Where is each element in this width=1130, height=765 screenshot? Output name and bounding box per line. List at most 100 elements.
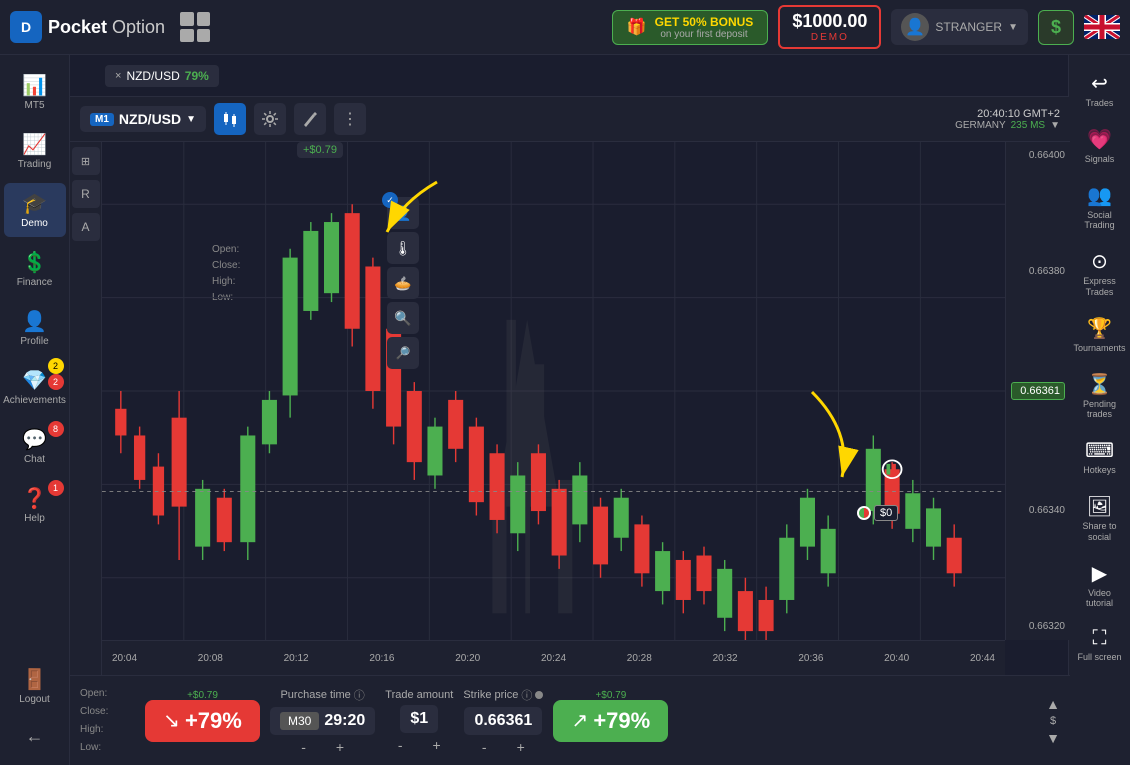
bonus-text: GET 50% BONUS on your first deposit bbox=[655, 15, 754, 40]
currency-button[interactable]: $ bbox=[1038, 10, 1074, 45]
profit-overlay-left: +$0.79 bbox=[297, 142, 343, 158]
balance-label: DEMO bbox=[792, 32, 867, 43]
price-p3: 0.66361 bbox=[1011, 382, 1065, 400]
drawing-tool-btn[interactable] bbox=[294, 103, 326, 135]
sidebar-item-help[interactable]: ❓ Help 1 bbox=[4, 478, 66, 532]
sidebar-item-profile[interactable]: 👤 Profile bbox=[4, 301, 66, 355]
language-flag[interactable] bbox=[1084, 15, 1120, 39]
sidebar-item-chat[interactable]: 💬 Chat 8 bbox=[4, 419, 66, 473]
right-item-trades[interactable]: ↩ Trades bbox=[1071, 63, 1129, 117]
low-label-bottom: Low: bbox=[80, 739, 135, 757]
candlestick-chart bbox=[102, 142, 1005, 640]
strike-price-control: 0.66361 bbox=[464, 707, 542, 735]
sidebar-label-finance: Finance bbox=[17, 277, 53, 288]
a-label[interactable]: A bbox=[72, 213, 100, 241]
header: D Pocket Option 🎁 GET 50% BONUS on your … bbox=[0, 0, 1130, 55]
right-label-social-trading: Social Trading bbox=[1075, 210, 1125, 232]
right-item-share-social[interactable]: 🖼 Share to social bbox=[1071, 486, 1129, 551]
pair-dropdown-icon: ▼ bbox=[186, 114, 196, 125]
left-sidebar: 📊 MT5 📈 Trading 🎓 Demo 💲 Finance 👤 Profi… bbox=[0, 55, 70, 765]
latency-dropdown-icon[interactable]: ▼ bbox=[1050, 120, 1060, 131]
float-btn-pie[interactable]: 🥧 bbox=[387, 267, 419, 299]
sell-button[interactable]: +$0.79 ↘ +79% bbox=[145, 700, 260, 742]
finance-icon: 💲 bbox=[22, 250, 47, 275]
chart-container: ⊞ R A Open: Close: High: Low: bbox=[70, 142, 1070, 675]
time-7: 20:28 bbox=[627, 653, 652, 664]
chart-settings-btn[interactable] bbox=[254, 103, 286, 135]
bonus-button[interactable]: 🎁 GET 50% BONUS on your first deposit bbox=[612, 10, 769, 45]
right-item-fullscreen[interactable]: ⛶ Full screen bbox=[1071, 619, 1129, 671]
info-icon-2: ⓘ bbox=[521, 687, 532, 703]
sidebar-label-help: Help bbox=[24, 513, 45, 524]
more-options-btn[interactable]: ⋮ bbox=[334, 103, 366, 135]
sidebar-item-back[interactable]: ← bbox=[4, 718, 66, 755]
sidebar-item-demo[interactable]: 🎓 Demo bbox=[4, 183, 66, 237]
info-icon-1: ⓘ bbox=[354, 687, 365, 703]
pair-selector[interactable]: M1 NZD/USD ▼ bbox=[80, 106, 206, 132]
chart-up-icon[interactable]: ▲ bbox=[1046, 696, 1060, 712]
r-label[interactable]: R bbox=[72, 180, 100, 208]
time-5: 20:20 bbox=[455, 653, 480, 664]
strike-plus-btn[interactable]: + bbox=[512, 739, 530, 755]
chart-down-icon[interactable]: ▼ bbox=[1046, 730, 1060, 746]
tab-pair-label: NZD/USD bbox=[126, 69, 179, 83]
float-btn-zoom-out[interactable]: 🔎 bbox=[387, 337, 419, 369]
right-item-video-tutorial[interactable]: ▶ Video tutorial bbox=[1071, 553, 1129, 618]
right-item-hotkeys[interactable]: ⌨ Hotkeys bbox=[1071, 430, 1129, 484]
tab-nzdusd[interactable]: × NZD/USD 79% bbox=[105, 65, 219, 87]
right-sidebar: ↩ Trades 💗 Signals 👥 Social Trading ⊙ Ex… bbox=[1068, 55, 1130, 765]
back-icon: ← bbox=[26, 726, 44, 747]
sidebar-item-trading[interactable]: 📈 Trading bbox=[4, 124, 66, 178]
right-item-pending-trades[interactable]: ⏳ Pending trades bbox=[1071, 364, 1129, 429]
achievements-badge-top: 2 bbox=[48, 358, 64, 374]
logo-icon: D bbox=[10, 11, 42, 43]
amount-controls: - + bbox=[393, 737, 446, 753]
grid-menu-icon[interactable] bbox=[180, 12, 210, 42]
float-btn-zoom-in[interactable]: 🔍 bbox=[387, 302, 419, 334]
social-trading-icon: 👥 bbox=[1087, 183, 1112, 208]
chart-type-candle-btn[interactable] bbox=[214, 103, 246, 135]
user-button[interactable]: 👤 STRANGER ▼ bbox=[891, 9, 1028, 45]
sidebar-item-finance[interactable]: 💲 Finance bbox=[4, 242, 66, 296]
sidebar-item-logout[interactable]: 🚪 Logout bbox=[4, 659, 66, 713]
price-marker-value: $0 bbox=[874, 505, 898, 521]
timeframe-selector[interactable]: M30 bbox=[280, 712, 319, 730]
sidebar-item-mt5[interactable]: 📊 MT5 bbox=[4, 65, 66, 119]
strike-minus-btn[interactable]: - bbox=[477, 739, 492, 755]
profile-icon: 👤 bbox=[22, 309, 47, 334]
right-label-signals: Signals bbox=[1085, 154, 1115, 165]
price-p5: 0.66320 bbox=[1011, 621, 1065, 632]
sell-profit-label: +$0.79 bbox=[187, 690, 218, 701]
sell-arrow-icon: ↘ bbox=[163, 708, 180, 733]
time-6: 20:24 bbox=[541, 653, 566, 664]
tab-close-icon[interactable]: × bbox=[115, 70, 121, 82]
float-btn-thermometer[interactable]: 🌡 bbox=[387, 232, 419, 264]
buy-btn-content: ↗ +79% bbox=[572, 708, 651, 734]
time-plus-btn[interactable]: + bbox=[331, 739, 349, 755]
right-item-express-trades[interactable]: ⊙ Express Trades bbox=[1071, 241, 1129, 306]
video-tutorial-icon: ▶ bbox=[1092, 561, 1107, 586]
ohlc-bottom: Open: Close: High: Low: bbox=[80, 685, 135, 757]
buy-button[interactable]: +$0.79 ↗ +79% bbox=[553, 700, 668, 742]
expand-icon[interactable]: ⊞ bbox=[72, 147, 100, 175]
server-location: GERMANY bbox=[955, 120, 1006, 131]
sidebar-label-profile: Profile bbox=[20, 336, 48, 347]
server-info: 20:40:10 GMT+2 GERMANY 235 MS ▼ bbox=[955, 108, 1060, 131]
time-minus-btn[interactable]: - bbox=[296, 739, 311, 755]
amount-plus-btn[interactable]: + bbox=[428, 737, 446, 753]
timeframe-badge: M1 bbox=[90, 113, 114, 126]
sidebar-label-achievements: Achievements bbox=[3, 395, 66, 406]
balance-button[interactable]: $1000.00 DEMO bbox=[778, 5, 881, 49]
right-item-tournaments[interactable]: 🏆 Tournaments bbox=[1071, 308, 1129, 362]
price-scale: 0.66400 0.66380 0.66361 0.66340 0.66320 bbox=[1005, 142, 1070, 640]
gift-icon: 🎁 bbox=[627, 17, 647, 37]
sidebar-item-achievements[interactable]: 💎 Achievements 2 2 bbox=[4, 360, 66, 414]
amount-minus-btn[interactable]: - bbox=[393, 737, 408, 753]
right-item-social-trading[interactable]: 👥 Social Trading bbox=[1071, 175, 1129, 240]
achievements-badge-bottom: 2 bbox=[48, 374, 64, 390]
server-time: 20:40:10 GMT+2 bbox=[955, 108, 1060, 120]
sell-btn-content: ↘ +79% bbox=[163, 708, 242, 734]
price-marker-label: $0 bbox=[857, 505, 898, 521]
float-btn-profile[interactable]: 👤 ✓ bbox=[387, 197, 419, 229]
right-item-signals[interactable]: 💗 Signals bbox=[1071, 119, 1129, 173]
